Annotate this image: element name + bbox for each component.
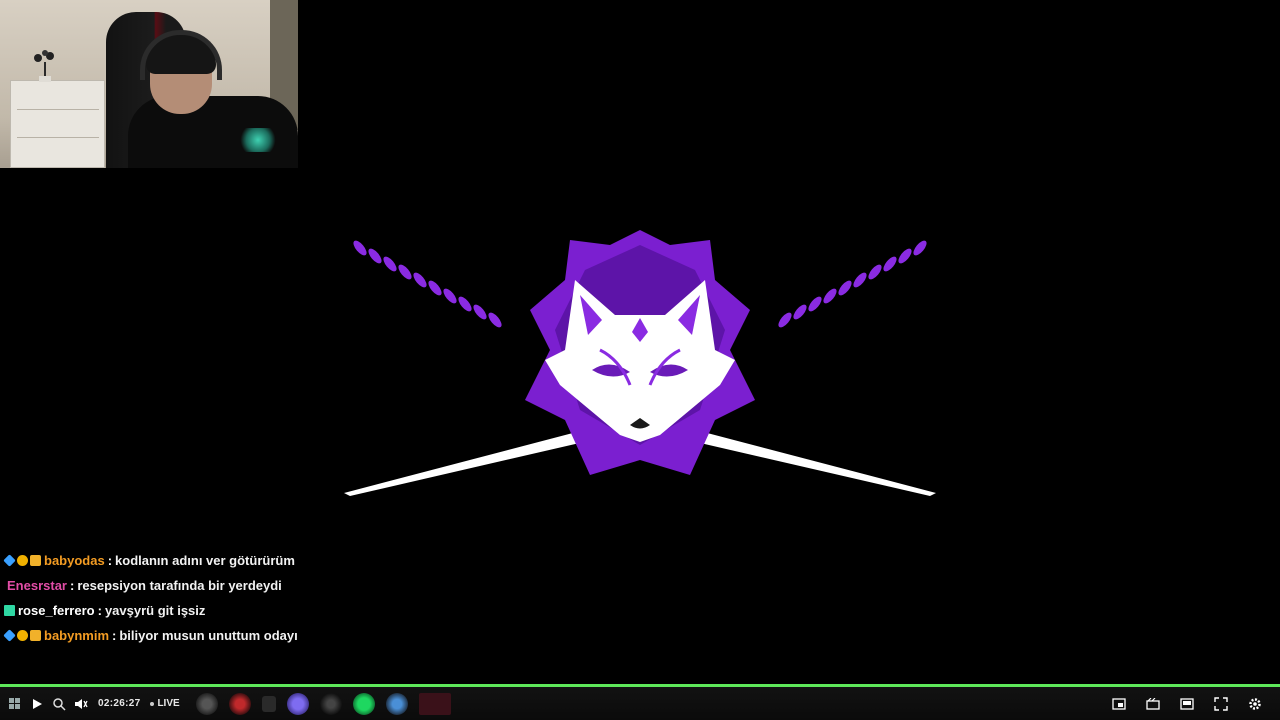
chat-separator: : [97,603,102,618]
chat-overlay: babyodas : kodlanın adını ver götürürüm … [3,548,424,648]
chat-username[interactable]: babyodas [44,553,105,568]
live-label: LIVE [157,698,180,709]
windows-start-icon[interactable] [4,693,26,715]
picture-in-picture-icon[interactable] [1108,693,1130,715]
chat-text: resepsiyon tarafında bir yerdeydi [77,578,282,593]
taskbar-tray [195,692,451,715]
steam-icon[interactable] [385,692,408,715]
app-icon[interactable] [261,695,276,712]
live-indicator[interactable]: LIVE [150,687,180,720]
chat-username[interactable]: babynmim [44,628,109,643]
obs-icon[interactable] [195,692,218,715]
clip-icon[interactable] [1142,693,1164,715]
search-icon[interactable] [48,693,70,715]
theater-icon[interactable] [1176,693,1198,715]
chat-username[interactable]: Enesrstar [7,578,67,593]
video-player[interactable]: babyodas : kodlanın adını ver götürürüm … [0,0,1280,720]
gear-icon[interactable] [1244,693,1266,715]
bits-badge-icon [17,555,28,566]
sub-badge-icon [3,629,16,642]
bits-badge-icon [17,630,28,641]
chat-separator: : [107,553,113,568]
chat-message: babynmim : biliyor musun unuttum odayı [3,623,424,648]
live-dot-icon [150,701,155,706]
chat-username[interactable]: rose_ferrero [18,603,95,618]
elapsed-time: 02:26:27 [98,698,141,709]
muted-volume-icon[interactable] [70,693,92,715]
chat-separator: : [69,578,75,593]
player-controls: 02:26:27 LIVE [0,687,1280,720]
chat-message: Enesrstar : resepsiyon tarafında bir yer… [4,573,424,598]
chat-message: babyodas : kodlanın adını ver götürürüm [3,548,424,573]
discord-icon[interactable] [286,692,309,715]
play-icon[interactable] [26,693,48,715]
spotify-icon[interactable] [352,692,375,715]
fox-mask-logo [344,230,936,496]
chat-text: kodlanın adını ver götürürüm [115,553,295,568]
record-icon[interactable] [228,692,251,715]
sub-badge-icon [4,605,15,616]
fullscreen-icon[interactable] [1210,693,1232,715]
chat-separator: : [112,628,117,643]
webcam-overlay [0,0,298,168]
back-icon[interactable] [319,692,342,715]
chat-text: yavşyrü git işsiz [104,603,206,618]
crown-badge-icon [30,555,41,566]
sub-badge-icon [3,554,16,567]
chat-text: biliyor musun unuttum odayı [119,628,298,643]
right-controls [1108,687,1266,720]
chat-message: rose_ferrero : yavşyrü git işsiz [4,598,424,623]
crown-badge-icon [30,630,41,641]
active-window-tab[interactable] [418,692,451,715]
